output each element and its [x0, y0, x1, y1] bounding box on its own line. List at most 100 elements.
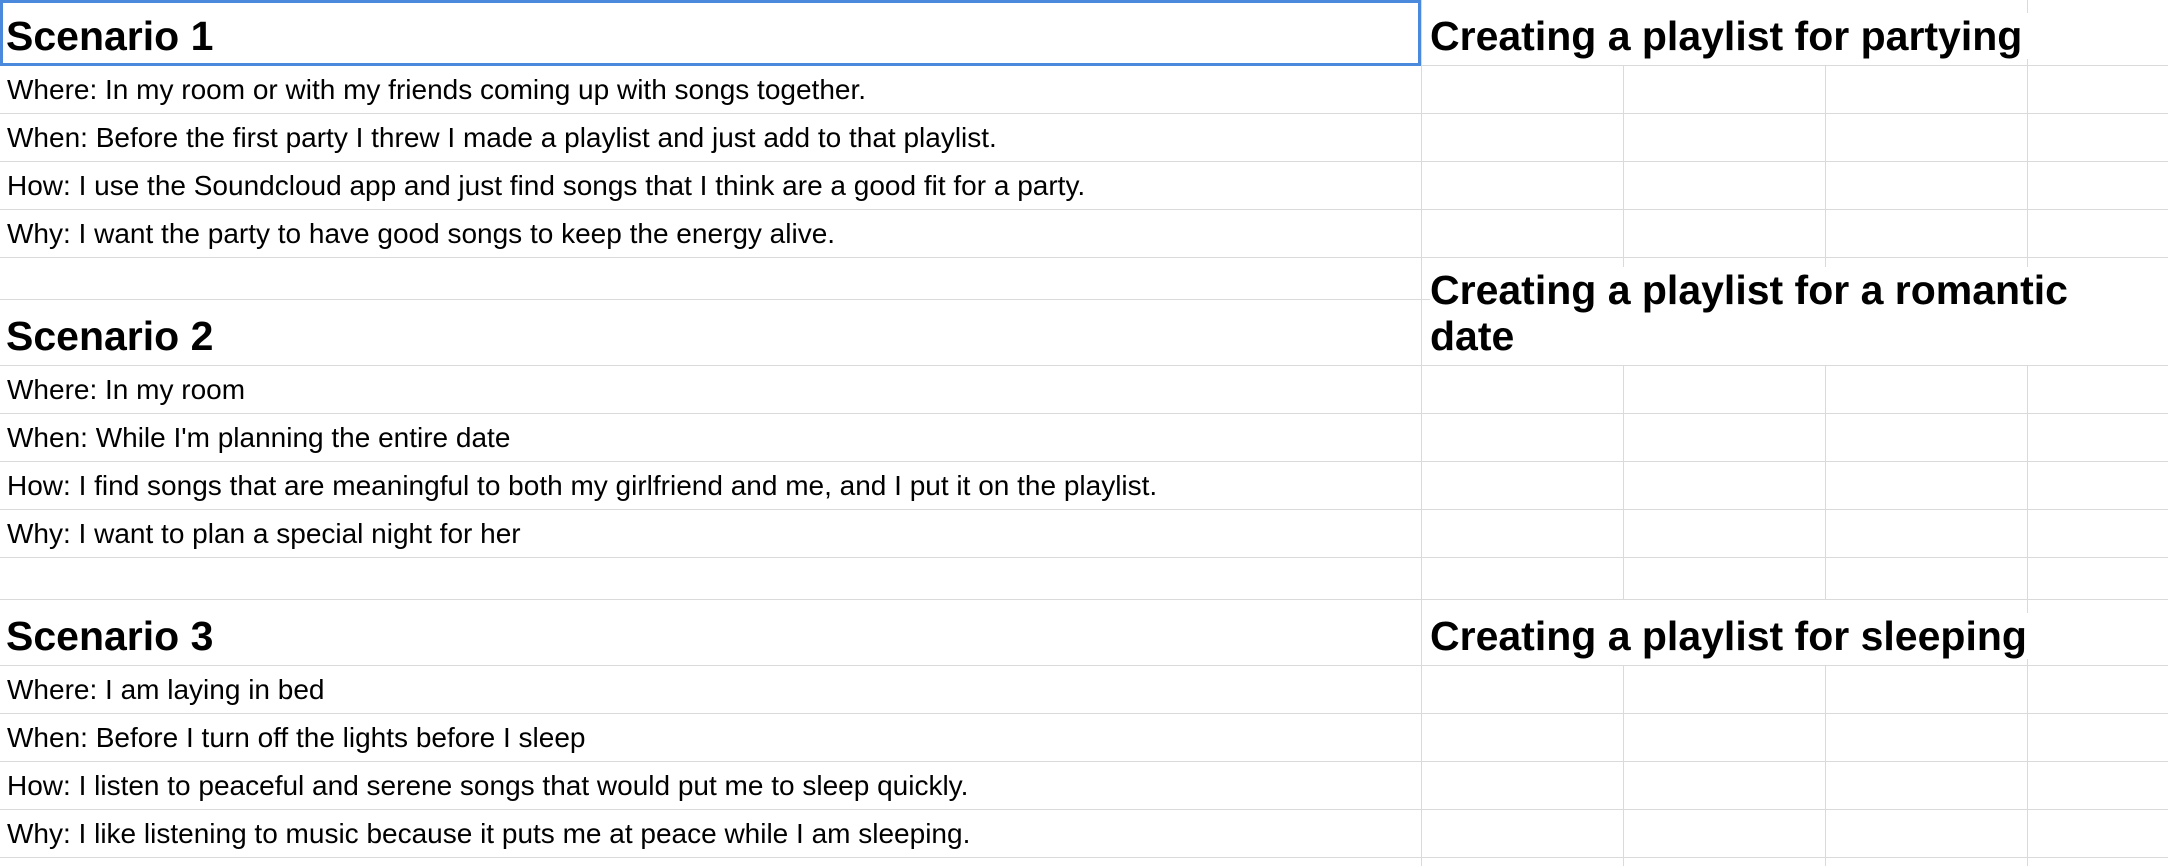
cell[interactable] [2028, 114, 2168, 161]
cell[interactable] [2028, 414, 2168, 461]
scenario-2-where-row: Where: In my room [0, 366, 2168, 414]
cell[interactable] [1422, 114, 1624, 161]
spreadsheet-grid: Scenario 1 Creating a playlist for party… [0, 0, 2168, 866]
cell[interactable] [1826, 762, 2028, 809]
cell[interactable] [2028, 600, 2168, 665]
empty-row [0, 858, 2168, 866]
cell[interactable] [2028, 558, 2168, 599]
cell[interactable] [1624, 858, 1826, 866]
cell[interactable] [2028, 66, 2168, 113]
cell[interactable] [1826, 210, 2028, 257]
cell[interactable] [1422, 210, 1624, 257]
cell[interactable] [1826, 666, 2028, 713]
cell[interactable] [0, 858, 1422, 866]
cell[interactable] [2028, 366, 2168, 413]
cell-scenario-1-why[interactable]: Why: I want the party to have good songs… [0, 210, 1422, 257]
cell[interactable] [2028, 714, 2168, 761]
scenario-3-where: Where: I am laying in bed [7, 674, 325, 705]
cell[interactable] [1826, 114, 2028, 161]
cell[interactable] [1422, 666, 1624, 713]
cell-scenario-3-when[interactable]: When: Before I turn off the lights befor… [0, 714, 1422, 761]
scenario-1-heading-row: Scenario 1 Creating a playlist for party… [0, 0, 2168, 66]
cell-scenario-1-how[interactable]: How: I use the Soundcloud app and just f… [0, 162, 1422, 209]
scenario-3-title: Scenario 3 [6, 613, 214, 659]
cell[interactable] [1826, 810, 2028, 857]
scenario-3-when: When: Before I turn off the lights befor… [7, 722, 586, 753]
cell-scenario-2-when[interactable]: When: While I'm planning the entire date [0, 414, 1422, 461]
cell[interactable] [2028, 462, 2168, 509]
cell-scenario-2-where[interactable]: Where: In my room [0, 366, 1422, 413]
cell[interactable] [1624, 114, 1826, 161]
cell[interactable] [1422, 810, 1624, 857]
cell[interactable] [1422, 762, 1624, 809]
cell[interactable] [1624, 666, 1826, 713]
cell[interactable] [2028, 510, 2168, 557]
cell[interactable] [1826, 462, 2028, 509]
cell-scenario-1-title[interactable]: Scenario 1 [0, 0, 1422, 65]
scenario-1-when-row: When: Before the first party I threw I m… [0, 114, 2168, 162]
cell[interactable] [1624, 714, 1826, 761]
scenario-2-title: Scenario 2 [6, 313, 214, 359]
cell[interactable] [2028, 162, 2168, 209]
scenario-3-heading-row: Scenario 3 Creating a playlist for sleep… [0, 600, 2168, 666]
cell[interactable] [2028, 762, 2168, 809]
scenario-3-when-row: When: Before I turn off the lights befor… [0, 714, 2168, 762]
cell[interactable] [0, 558, 1422, 599]
cell[interactable] [2028, 810, 2168, 857]
cell[interactable] [1624, 162, 1826, 209]
cell[interactable] [1422, 510, 1624, 557]
cell[interactable] [1422, 414, 1624, 461]
cell[interactable] [2028, 0, 2168, 65]
cell-scenario-1-where[interactable]: Where: In my room or with my friends com… [0, 66, 1422, 113]
cell[interactable] [1422, 66, 1624, 113]
cell[interactable] [2028, 210, 2168, 257]
scenario-1-how-row: How: I use the Soundcloud app and just f… [0, 162, 2168, 210]
cell[interactable] [1422, 162, 1624, 209]
cell[interactable] [1624, 414, 1826, 461]
scenario-1-why-row: Why: I want the party to have good songs… [0, 210, 2168, 258]
cell[interactable] [1826, 510, 2028, 557]
cell[interactable] [1826, 162, 2028, 209]
cell[interactable] [1422, 462, 1624, 509]
cell[interactable] [1624, 366, 1826, 413]
cell[interactable] [1624, 462, 1826, 509]
cell[interactable] [0, 258, 1422, 299]
scenario-3-why: Why: I like listening to music because i… [7, 818, 971, 849]
cell[interactable] [1624, 66, 1826, 113]
cell[interactable] [1624, 210, 1826, 257]
cell[interactable] [1826, 858, 2028, 866]
cell-scenario-3-where[interactable]: Where: I am laying in bed [0, 666, 1422, 713]
cell[interactable] [1826, 66, 2028, 113]
cell[interactable] [2028, 858, 2168, 866]
scenario-1-title: Scenario 1 [6, 13, 214, 59]
cell[interactable] [1624, 510, 1826, 557]
scenario-1-how: How: I use the Soundcloud app and just f… [7, 170, 1086, 201]
cell-scenario-2-why[interactable]: Why: I want to plan a special night for … [0, 510, 1422, 557]
scenario-2-when: When: While I'm planning the entire date [7, 422, 511, 453]
cell[interactable] [1422, 558, 1624, 599]
cell[interactable] [1826, 414, 2028, 461]
scenario-3-why-row: Why: I like listening to music because i… [0, 810, 2168, 858]
cell[interactable] [1422, 366, 1624, 413]
scenario-2-where: Where: In my room [7, 374, 246, 405]
scenario-2-subtitle: Creating a playlist for a romantic date [1430, 267, 2168, 359]
cell-scenario-3-why[interactable]: Why: I like listening to music because i… [0, 810, 1422, 857]
cell[interactable] [1826, 366, 2028, 413]
cell-scenario-2-title[interactable]: Scenario 2 [0, 300, 1422, 365]
cell[interactable] [1826, 558, 2028, 599]
cell[interactable] [1624, 810, 1826, 857]
cell-scenario-3-how[interactable]: How: I listen to peaceful and serene son… [0, 762, 1422, 809]
cell-scenario-3-title[interactable]: Scenario 3 [0, 600, 1422, 665]
cell[interactable] [1422, 714, 1624, 761]
cell-scenario-1-when[interactable]: When: Before the first party I threw I m… [0, 114, 1422, 161]
cell[interactable] [2028, 666, 2168, 713]
scenario-1-where-row: Where: In my room or with my friends com… [0, 66, 2168, 114]
scenario-1-where: Where: In my room or with my friends com… [7, 74, 867, 105]
cell[interactable] [1422, 858, 1624, 866]
cell[interactable] [1624, 762, 1826, 809]
cell[interactable] [1826, 714, 2028, 761]
cell[interactable] [1624, 558, 1826, 599]
scenario-1-when: When: Before the first party I threw I m… [7, 122, 997, 153]
cell-scenario-2-how[interactable]: How: I find songs that are meaningful to… [0, 462, 1422, 509]
scenario-3-where-row: Where: I am laying in bed [0, 666, 2168, 714]
